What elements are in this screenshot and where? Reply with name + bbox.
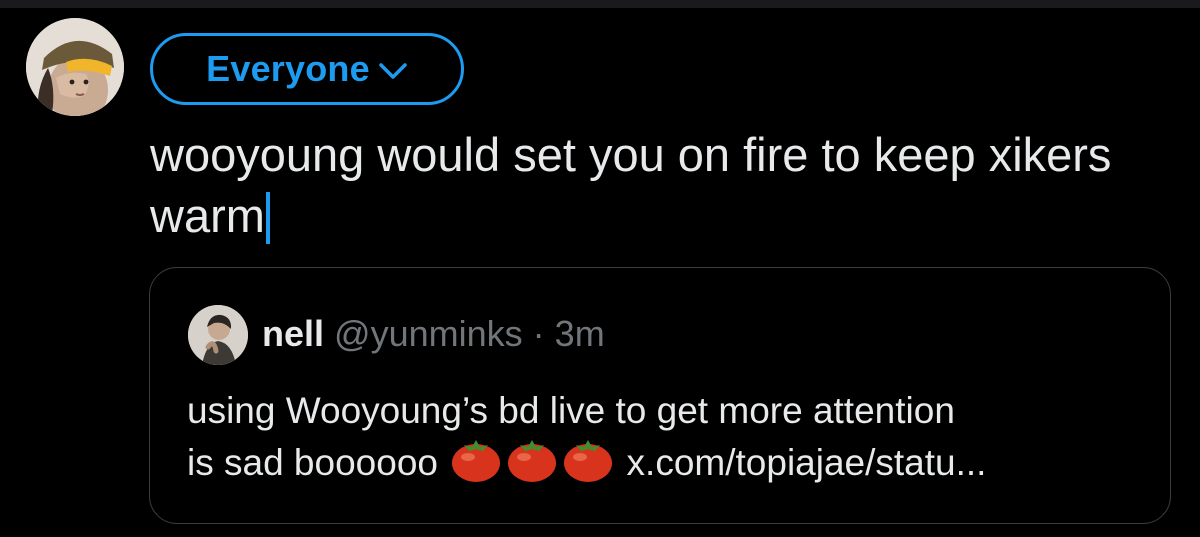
quoted-author-avatar-image: [188, 305, 248, 365]
text-cursor: [265, 192, 270, 244]
quoted-post-link[interactable]: x.com/topiajae/statu...: [627, 442, 987, 483]
audience-selector-button[interactable]: Everyone: [150, 33, 464, 105]
quoted-text-line-2-words: is sad boooooo: [187, 442, 438, 483]
quoted-author-handle[interactable]: @yunminks: [334, 313, 523, 354]
tomato-emoji: [506, 437, 558, 497]
quoted-author-avatar[interactable]: [188, 305, 248, 365]
quoted-text-line-1: using Wooyoung’s bd live to get more att…: [187, 390, 955, 431]
quoted-author-name[interactable]: nell: [262, 313, 324, 354]
quoted-text-line-2: is sad boooooo x.com/topiajae/statu...: [187, 437, 1147, 497]
quoted-post-text: using Wooyoung’s bd live to get more att…: [187, 385, 1147, 497]
user-avatar-image: [26, 18, 124, 116]
audience-label: Everyone: [206, 48, 370, 89]
tomato-emoji: [450, 437, 502, 497]
top-bar-edge: [0, 0, 1200, 8]
quoted-post-time: 3m: [554, 313, 605, 354]
compose-text: wooyoung would set you on fire to keep x…: [150, 128, 1125, 242]
quoted-post-header: nell @yunminks · 3m: [262, 310, 605, 358]
chevron-down-icon: [379, 63, 407, 79]
compose-text-area[interactable]: wooyoung would set you on fire to keep x…: [150, 124, 1150, 246]
header-separator: ·: [532, 313, 545, 354]
user-avatar[interactable]: [26, 18, 124, 116]
tomato-emoji: [562, 437, 614, 497]
quoted-post-card[interactable]: nell @yunminks · 3m using Wooyoung’s bd …: [149, 267, 1171, 524]
